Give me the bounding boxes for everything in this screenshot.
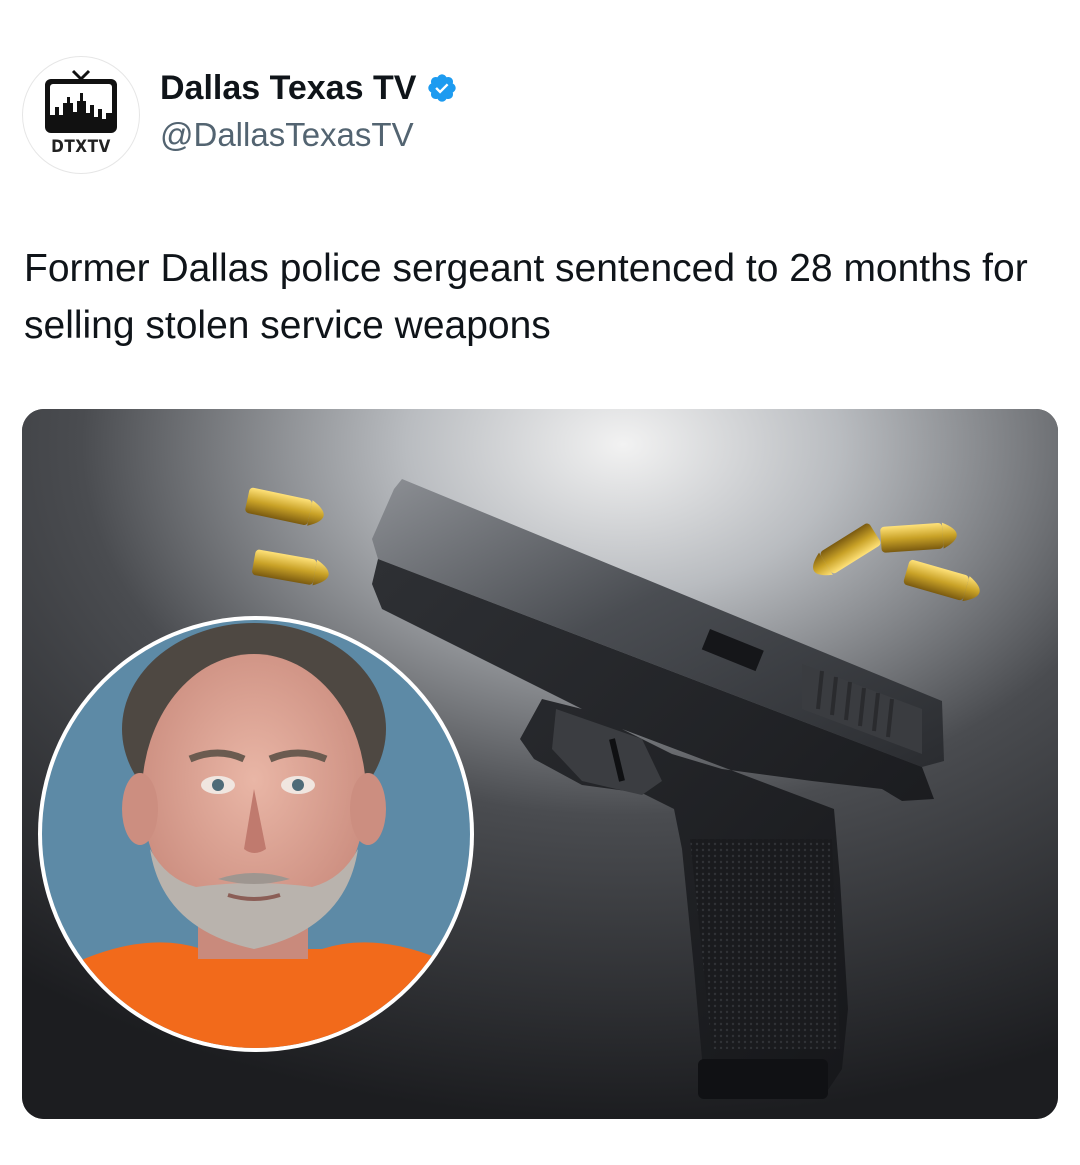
media-image bbox=[22, 409, 1058, 1119]
avatar-label: DTXTV bbox=[51, 137, 111, 157]
tweet-header: DTXTV Dallas Texas TV @DallasTexasTV bbox=[22, 56, 458, 174]
avatar[interactable]: DTXTV bbox=[22, 56, 140, 174]
tweet-text: Former Dallas police sergeant sentenced … bbox=[24, 247, 1028, 347]
account-handle[interactable]: @DallasTexasTV bbox=[160, 116, 458, 154]
tweet-media[interactable] bbox=[22, 409, 1058, 1119]
display-name[interactable]: Dallas Texas TV bbox=[160, 69, 416, 108]
display-name-row: Dallas Texas TV bbox=[160, 66, 458, 110]
account-names: Dallas Texas TV @DallasTexasTV bbox=[160, 66, 458, 154]
tweet-card: DTXTV Dallas Texas TV @DallasTexasTV For… bbox=[0, 0, 1080, 1165]
verified-badge-icon bbox=[428, 74, 457, 102]
